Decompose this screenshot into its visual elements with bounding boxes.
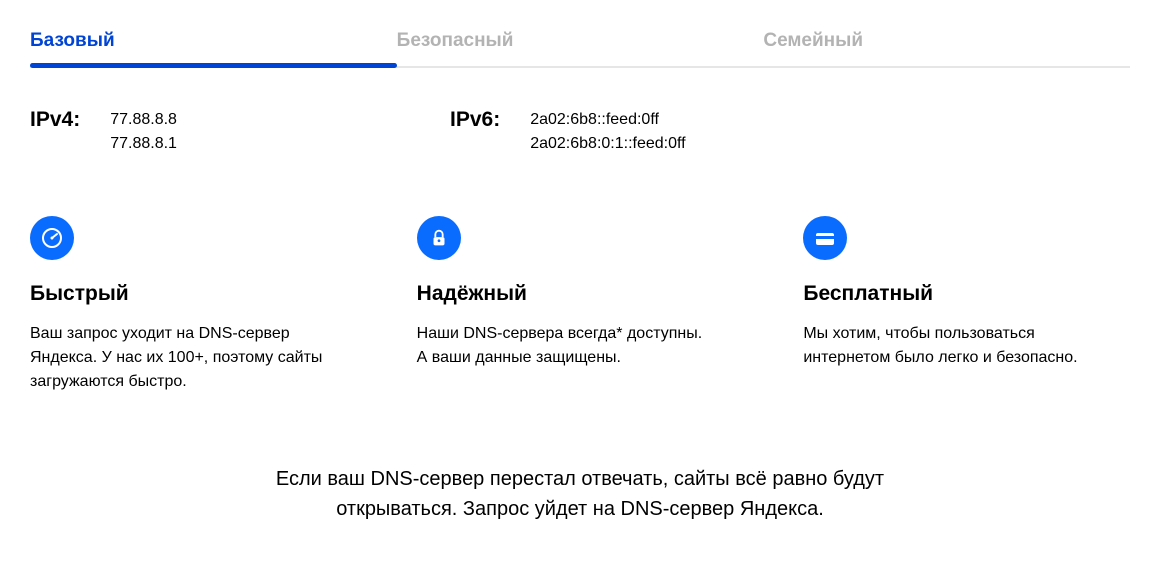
ipv4-block: IPv4: 77.88.8.8 77.88.8.1 (30, 108, 390, 156)
feature-reliable: Надёжный Наши DNS-сервера всегда* доступ… (417, 216, 744, 394)
tab-family[interactable]: Семейный (763, 20, 1130, 66)
feature-title: Быстрый (30, 282, 357, 306)
footnote-text: Если ваш DNS-сервер перестал отвечать, с… (220, 464, 940, 524)
feature-fast: Быстрый Ваш запрос уходит на DNS-сервер … (30, 216, 357, 394)
ipv4-label: IPv4: (30, 108, 80, 132)
feature-title: Надёжный (417, 282, 744, 306)
feature-free: Бесплатный Мы хотим, чтобы пользоваться … (803, 216, 1130, 394)
ipv6-block: IPv6: 2a02:6b8::feed:0ff 2a02:6b8:0:1::f… (450, 108, 686, 156)
feature-desc: Наши DNS-сервера всегда* доступны. А ваш… (417, 322, 717, 370)
ipv4-values: 77.88.8.8 77.88.8.1 (110, 108, 177, 156)
feature-title: Бесплатный (803, 282, 1130, 306)
ipv6-label: IPv6: (450, 108, 500, 132)
tabs: Базовый Безопасный Семейный (30, 20, 1130, 68)
features-row: Быстрый Ваш запрос уходит на DNS-сервер … (30, 216, 1130, 394)
tab-basic[interactable]: Базовый (30, 20, 397, 66)
ipv4-address: 77.88.8.8 (110, 108, 177, 132)
ip-section: IPv4: 77.88.8.8 77.88.8.1 IPv6: 2a02:6b8… (30, 108, 1130, 156)
tab-safe[interactable]: Безопасный (397, 20, 764, 66)
ipv6-address: 2a02:6b8::feed:0ff (530, 108, 685, 132)
ipv4-address: 77.88.8.1 (110, 132, 177, 156)
feature-desc: Мы хотим, чтобы пользоваться интернетом … (803, 322, 1103, 370)
ipv6-values: 2a02:6b8::feed:0ff 2a02:6b8:0:1::feed:0f… (530, 108, 685, 156)
feature-desc: Ваш запрос уходит на DNS-сервер Яндекса.… (30, 322, 330, 394)
card-icon (803, 216, 847, 260)
speed-icon (30, 216, 74, 260)
lock-icon (417, 216, 461, 260)
ipv6-address: 2a02:6b8:0:1::feed:0ff (530, 132, 685, 156)
